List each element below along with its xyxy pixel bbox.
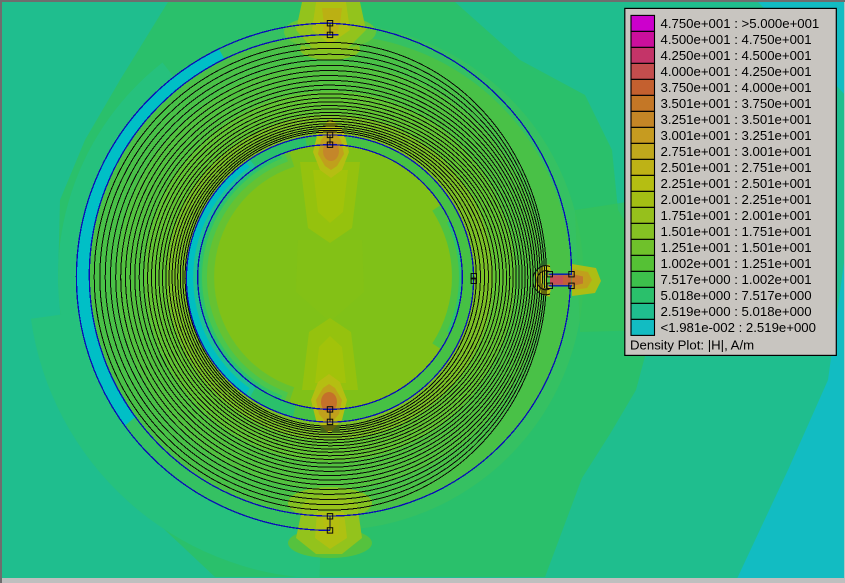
svg-text:1.501e+001 : 1.751e+001: 1.501e+001 : 1.751e+001 bbox=[661, 224, 812, 239]
svg-text:1.251e+001 : 1.501e+001: 1.251e+001 : 1.501e+001 bbox=[661, 240, 812, 255]
svg-text:3.001e+001 : 3.251e+001: 3.001e+001 : 3.251e+001 bbox=[661, 128, 812, 143]
svg-text:1.002e+001 : 1.251e+001: 1.002e+001 : 1.251e+001 bbox=[661, 256, 812, 271]
svg-text:2.001e+001 : 2.251e+001: 2.001e+001 : 2.251e+001 bbox=[661, 192, 812, 207]
svg-text:7.517e+000 : 1.002e+001: 7.517e+000 : 1.002e+001 bbox=[661, 272, 812, 287]
svg-text:2.751e+001 : 3.001e+001: 2.751e+001 : 3.001e+001 bbox=[661, 144, 812, 159]
svg-text:4.500e+001 : 4.750e+001: 4.500e+001 : 4.750e+001 bbox=[661, 32, 812, 47]
svg-text:4.000e+001 : 4.250e+001: 4.000e+001 : 4.250e+001 bbox=[661, 64, 812, 79]
svg-text:1.751e+001 : 2.001e+001: 1.751e+001 : 2.001e+001 bbox=[661, 208, 812, 223]
svg-text:4.250e+001 : 4.500e+001: 4.250e+001 : 4.500e+001 bbox=[661, 48, 812, 63]
svg-text:5.018e+000 : 7.517e+000: 5.018e+000 : 7.517e+000 bbox=[661, 288, 812, 303]
svg-text:Density Plot: |H|, A/m: Density Plot: |H|, A/m bbox=[630, 338, 754, 353]
svg-text:<1.981e-002 : 2.519e+000: <1.981e-002 : 2.519e+000 bbox=[661, 320, 816, 335]
svg-text:2.519e+000 : 5.018e+000: 2.519e+000 : 5.018e+000 bbox=[661, 304, 812, 319]
svg-text:2.251e+001 : 2.501e+001: 2.251e+001 : 2.501e+001 bbox=[661, 176, 812, 191]
svg-text:4.750e+001 : >5.000e+001: 4.750e+001 : >5.000e+001 bbox=[661, 16, 820, 31]
svg-text:3.750e+001 : 4.000e+001: 3.750e+001 : 4.000e+001 bbox=[661, 80, 812, 95]
svg-text:2.501e+001 : 2.751e+001: 2.501e+001 : 2.751e+001 bbox=[661, 160, 812, 175]
svg-text:3.501e+001 : 3.750e+001: 3.501e+001 : 3.750e+001 bbox=[661, 96, 812, 111]
svg-text:3.251e+001 : 3.501e+001: 3.251e+001 : 3.501e+001 bbox=[661, 112, 812, 127]
